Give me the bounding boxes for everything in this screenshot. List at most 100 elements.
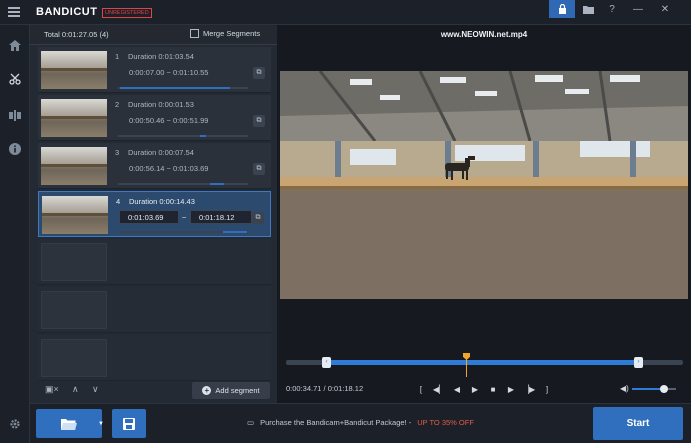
home-icon[interactable] xyxy=(0,34,30,56)
segments-header: Total 0:01:27.05 (4) Merge Segments xyxy=(30,25,277,45)
delete-segments-icon[interactable]: ▣× xyxy=(45,384,59,395)
open-file-button[interactable] xyxy=(36,409,102,438)
message-icon: ▭ xyxy=(247,418,255,427)
copy-icon[interactable]: ⧉ xyxy=(253,115,265,127)
segment-progress-fill xyxy=(223,231,247,233)
close-icon[interactable]: ✕ xyxy=(652,0,678,18)
segment-duration: Duration 0:00:07.54 xyxy=(128,148,194,157)
empty-thumbnail xyxy=(41,339,107,377)
empty-thumbnail xyxy=(41,243,107,281)
copy-icon[interactable]: ⧉ xyxy=(253,67,265,79)
lock-icon[interactable] xyxy=(549,0,575,18)
step-back-icon[interactable]: ◀ xyxy=(451,383,463,395)
timeline-selection xyxy=(326,360,640,365)
add-segment-button[interactable]: + Add segment xyxy=(192,382,270,399)
promo-highlight: UP TO 35% OFF xyxy=(417,418,474,427)
info-icon[interactable] xyxy=(0,138,30,160)
playhead-marker[interactable] xyxy=(463,353,470,360)
segment-thumbnail xyxy=(41,99,107,137)
app-brand: BANDICUT xyxy=(36,6,98,18)
move-down-icon[interactable]: ∨ xyxy=(92,384,99,395)
segment-number: 3 xyxy=(115,148,120,157)
minimize-icon[interactable]: — xyxy=(625,0,651,18)
segment-progress-fill xyxy=(210,183,224,185)
checkbox-box[interactable] xyxy=(190,29,199,38)
range-separator: ~ xyxy=(182,213,187,222)
segment-progress-bar xyxy=(118,87,248,89)
save-icon xyxy=(123,417,135,430)
empty-segment-slot xyxy=(38,239,271,285)
timeline-end-handle[interactable]: › xyxy=(634,357,643,368)
set-start-icon[interactable]: [ xyxy=(415,383,427,395)
timeline[interactable]: ‹ › xyxy=(286,353,683,377)
segment-thumbnail xyxy=(41,147,107,185)
segment-duration: Duration 0:01:03.54 xyxy=(128,52,194,61)
segment-list: 1 Duration 0:01:03.54 0:00:07.00 ~ 0:01:… xyxy=(38,47,271,381)
plus-icon: + xyxy=(202,386,212,395)
segment-row-active[interactable]: 4 Duration 0:00:14.43 0:01:03.69 ~ 0:01:… xyxy=(38,191,271,237)
promo-banner[interactable]: ▭ Purchase the Bandicam+Bandicut Package… xyxy=(247,418,474,427)
segment-row[interactable]: 3 Duration 0:00:07.54 0:00:56.14 ~ 0:01:… xyxy=(38,143,271,189)
copy-icon[interactable]: ⧉ xyxy=(252,212,264,224)
segment-number: 2 xyxy=(115,100,120,109)
title-bar: BANDICUT UNREGISTERED ? — ✕ xyxy=(0,0,691,25)
time-readout: 0:00:34.71 / 0:01:18.12 xyxy=(286,384,364,393)
segment-progress-bar xyxy=(118,135,248,137)
volume-icon[interactable]: ◀) xyxy=(620,384,629,393)
save-button[interactable] xyxy=(112,409,146,438)
move-up-icon[interactable]: ∧ xyxy=(72,384,79,395)
prev-frame-icon[interactable]: ◀▏ xyxy=(433,383,445,395)
unregistered-badge: UNREGISTERED xyxy=(102,8,152,18)
split-icon[interactable] xyxy=(0,104,30,126)
empty-thumbnail xyxy=(41,291,107,329)
folder-icon[interactable] xyxy=(575,0,601,18)
segment-range: 0:00:56.14 ~ 0:01:03.69 xyxy=(129,164,209,173)
empty-segment-slot xyxy=(38,335,271,381)
segment-progress-bar xyxy=(119,231,249,233)
video-image xyxy=(280,71,688,299)
open-folder-icon xyxy=(61,418,77,430)
playhead-line xyxy=(466,359,467,377)
cut-icon[interactable] xyxy=(0,68,30,90)
merge-segments-checkbox[interactable]: Merge Segments xyxy=(190,29,260,38)
set-end-icon[interactable]: ] xyxy=(541,383,553,395)
segment-thumbnail xyxy=(42,196,108,234)
help-icon[interactable]: ? xyxy=(599,0,625,18)
timeline-start-handle[interactable]: ‹ xyxy=(322,357,331,368)
left-rail xyxy=(0,25,30,443)
segments-panel: Total 0:01:27.05 (4) Merge Segments 1 Du… xyxy=(30,25,277,403)
play-icon[interactable]: ▶ xyxy=(469,383,481,395)
segment-number: 4 xyxy=(116,197,121,206)
segment-row[interactable]: 2 Duration 0:00:01.53 0:00:50.46 ~ 0:00:… xyxy=(38,95,271,141)
add-segment-label: Add segment xyxy=(215,386,260,395)
promo-text: Purchase the Bandicam+Bandicut Package! … xyxy=(260,418,412,427)
volume-slider-knob[interactable] xyxy=(660,385,668,393)
segment-progress-fill xyxy=(120,87,230,89)
playback-controls: 0:00:34.71 / 0:01:18.12 [ ◀▏ ◀ ▶ ■ ▶ ▕▶ … xyxy=(277,379,691,399)
file-name: www.NEOWIN.net.mp4 xyxy=(440,30,528,39)
segment-progress-fill xyxy=(200,135,206,137)
segment-number: 1 xyxy=(115,52,120,61)
segment-thumbnail xyxy=(41,51,107,89)
copy-icon[interactable]: ⧉ xyxy=(253,163,265,175)
segment-range: 0:00:07.00 ~ 0:01:10.55 xyxy=(129,68,209,77)
segment-duration: Duration 0:00:14.43 xyxy=(129,197,195,206)
merge-segments-label: Merge Segments xyxy=(203,29,261,38)
next-frame-icon[interactable]: ▕▶ xyxy=(523,383,535,395)
total-duration: Total 0:01:27.05 (4) xyxy=(44,30,109,39)
bottom-bar: ▼ ▭ Purchase the Bandicam+Bandicut Packa… xyxy=(30,403,691,443)
segment-progress-bar xyxy=(118,183,248,185)
segment-range: 0:00:50.46 ~ 0:00:51.99 xyxy=(129,116,209,125)
open-dropdown-icon[interactable]: ▼ xyxy=(96,409,106,438)
segment-start-time-input[interactable]: 0:01:03.69 xyxy=(119,210,179,224)
start-button[interactable]: Start xyxy=(593,407,683,440)
stop-icon[interactable]: ■ xyxy=(487,383,499,395)
settings-icon[interactable] xyxy=(0,413,30,435)
segment-duration: Duration 0:00:01.53 xyxy=(128,100,194,109)
segment-row[interactable]: 1 Duration 0:01:03.54 0:00:07.00 ~ 0:01:… xyxy=(38,47,271,93)
step-forward-icon[interactable]: ▶ xyxy=(505,383,517,395)
empty-segment-slot xyxy=(38,287,271,333)
menu-icon[interactable] xyxy=(8,7,20,17)
segment-end-time-input[interactable]: 0:01:18.12 xyxy=(190,210,252,224)
video-frame[interactable] xyxy=(280,71,688,299)
